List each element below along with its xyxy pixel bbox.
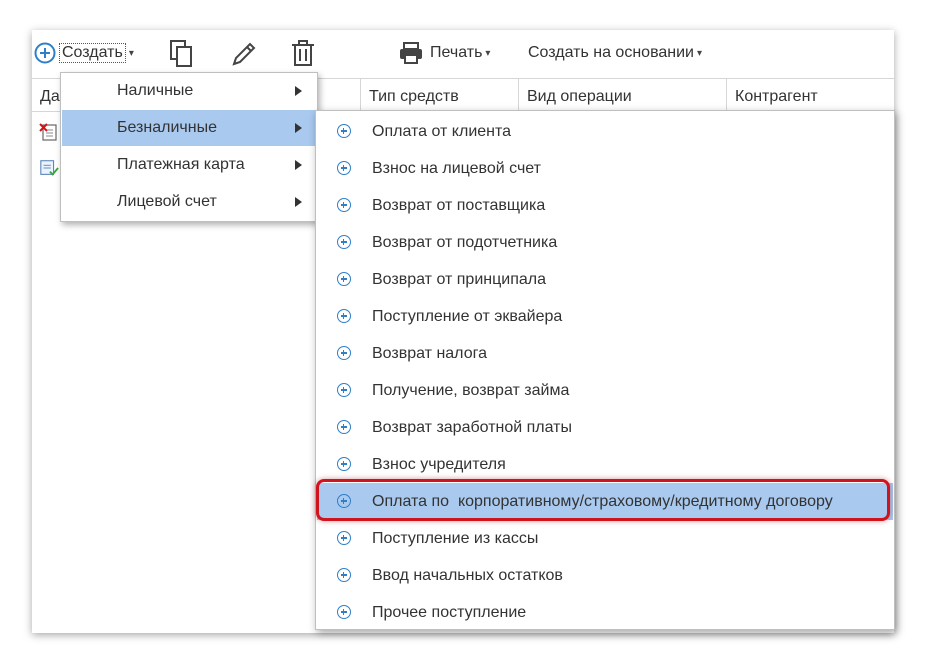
create-based-on-label: Создать на основании (528, 44, 694, 61)
add-circle-icon (337, 420, 351, 434)
menu-item-label: Лицевой счет (117, 193, 217, 210)
menu-item-label: Получение, возврат займа (372, 382, 570, 399)
add-circle-icon (337, 531, 351, 545)
printer-icon (400, 42, 422, 64)
menu-item-loan[interactable]: Получение, возврат займа (317, 372, 893, 409)
menu-item-label: Ввод начальных остатков (372, 567, 563, 584)
pencil-icon[interactable] (230, 39, 258, 69)
menu-item-payment-card[interactable]: Платежная карта (62, 147, 316, 183)
menu-item-label: Возврат налога (372, 345, 487, 362)
menu-item-cashless[interactable]: Безналичные (62, 110, 316, 146)
menu-item-accountable-refund[interactable]: Возврат от подотчетника (317, 224, 893, 261)
create-submenu: Наличные Безналичные Платежная карта Лиц… (60, 72, 318, 222)
chevron-down-icon: ▾ (697, 47, 703, 59)
add-circle-icon (337, 161, 351, 175)
copy-icon[interactable] (169, 39, 195, 69)
column-operation-type[interactable]: Вид операции (518, 79, 727, 111)
menu-item-salary-refund[interactable]: Возврат заработной платы (317, 409, 893, 446)
menu-item-tax-refund[interactable]: Возврат налога (317, 335, 893, 372)
menu-item-label: Прочее поступление (372, 604, 527, 621)
chevron-right-icon (295, 160, 302, 170)
menu-item-contract-payment[interactable]: Оплата по корпоративному/страховому/кред… (317, 483, 893, 520)
add-circle-icon (337, 457, 351, 471)
menu-item-cash[interactable]: Наличные (62, 73, 316, 109)
menu-item-label: Возврат от принципала (372, 271, 546, 288)
menu-item-cash-desk-receipt[interactable]: Поступление из кассы (317, 520, 893, 557)
menu-item-personal-account[interactable]: Лицевой счет (62, 184, 316, 220)
menu-item-founder-contribution[interactable]: Взнос учредителя (317, 446, 893, 483)
chevron-right-icon (295, 86, 302, 96)
menu-item-label: Возврат заработной платы (372, 419, 573, 436)
trash-icon[interactable] (290, 39, 316, 69)
print-button[interactable]: Печать ▾ (398, 40, 490, 66)
cashless-submenu: Оплата от клиента Взнос на лицевой счет … (315, 110, 895, 630)
add-circle-icon (337, 568, 351, 582)
menu-item-label: Оплата от клиента (372, 123, 512, 140)
menu-item-acquirer-receipt[interactable]: Поступление от эквайера (317, 298, 893, 335)
chevron-down-icon: ▾ (128, 47, 134, 59)
menu-item-label: Возврат от поставщика (372, 197, 546, 214)
create-label: Создать (59, 43, 126, 63)
create-button[interactable]: Создать ▾ (34, 40, 134, 66)
create-based-on-button[interactable]: Создать на основании ▾ (528, 40, 702, 66)
menu-item-label: Возврат от подотчетника (372, 234, 558, 251)
chevron-down-icon: ▾ (485, 47, 491, 59)
column-counterparty[interactable]: Контрагент (726, 79, 894, 111)
menu-item-other-receipt[interactable]: Прочее поступление (317, 594, 893, 631)
chevron-right-icon (295, 123, 302, 133)
menu-item-label: Оплата по корпоративному/страховому/кред… (372, 493, 833, 510)
menu-item-label: Безналичные (117, 119, 217, 136)
add-circle-icon (337, 383, 351, 397)
add-circle-icon (337, 198, 351, 212)
menu-item-principal-refund[interactable]: Возврат от принципала (317, 261, 893, 298)
menu-item-label: Поступление от эквайера (372, 308, 563, 325)
add-circle-icon (337, 309, 351, 323)
add-circle-icon (337, 605, 351, 619)
add-circle-icon (337, 346, 351, 360)
menu-item-label: Взнос учредителя (372, 456, 506, 473)
document-deleted-icon[interactable] (39, 122, 59, 142)
menu-item-client-payment[interactable]: Оплата от клиента (317, 113, 893, 150)
menu-item-supplier-refund[interactable]: Возврат от поставщика (317, 187, 893, 224)
chevron-right-icon (295, 197, 302, 207)
add-circle-icon (337, 272, 351, 286)
menu-item-label: Поступление из кассы (372, 530, 539, 547)
menu-item-label: Наличные (117, 82, 194, 99)
column-fund-type[interactable]: Тип средств (360, 79, 519, 111)
add-circle-icon (337, 494, 351, 508)
menu-item-opening-balances[interactable]: Ввод начальных остатков (317, 557, 893, 594)
print-label: Печать (430, 44, 483, 61)
add-circle-icon (34, 42, 56, 64)
menu-item-label: Взнос на лицевой счет (372, 160, 541, 177)
menu-item-label: Платежная карта (117, 156, 245, 173)
add-circle-icon (337, 124, 351, 138)
document-posted-icon[interactable] (39, 158, 59, 178)
add-circle-icon (337, 235, 351, 249)
menu-item-account-deposit[interactable]: Взнос на лицевой счет (317, 150, 893, 187)
